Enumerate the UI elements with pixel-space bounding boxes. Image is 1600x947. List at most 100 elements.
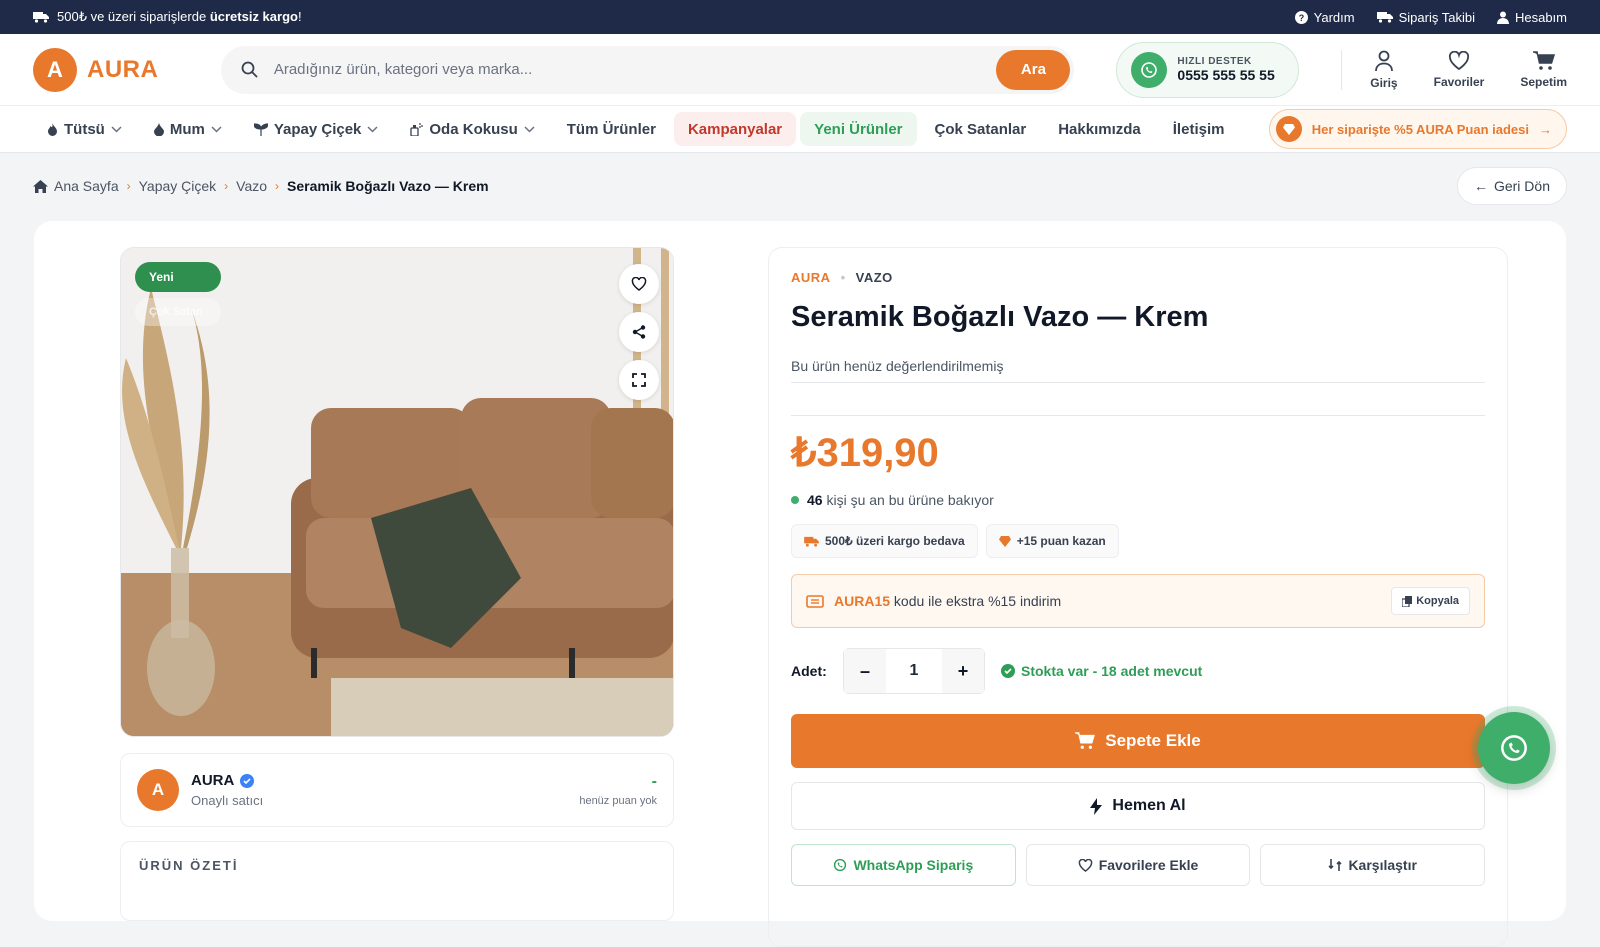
quantity-increase-button[interactable]: + xyxy=(942,649,984,693)
copy-label: Kopyala xyxy=(1416,595,1459,607)
seller-card[interactable]: A AURA Onaylı satıcı - henüz puan yok xyxy=(120,753,674,827)
nav-item-kampanyalar[interactable]: Kampanyalar xyxy=(673,112,797,146)
nav-label: Tüm Ürünler xyxy=(566,120,656,138)
nav-label: Yeni Ürünler xyxy=(814,120,903,138)
main-header: A AURA Ara HIZLI DESTEK 0555 555 55 55 G… xyxy=(0,34,1600,106)
compare-label: Karşılaştır xyxy=(1348,857,1417,873)
fullscreen-button[interactable] xyxy=(619,360,659,400)
product-brand[interactable]: AURA xyxy=(791,270,831,285)
quantity-stepper: – 1 + xyxy=(843,648,985,694)
compare-icon xyxy=(1328,859,1343,871)
login-label: Giriş xyxy=(1370,75,1398,90)
product-summary: ÜRÜN ÖZETİ xyxy=(120,841,674,921)
cart-icon xyxy=(1532,50,1555,70)
nav-item-tum-urunler[interactable]: Tüm Ürünler xyxy=(553,112,670,146)
quantity-value[interactable]: 1 xyxy=(886,662,942,680)
order-tracking-link[interactable]: Sipariş Takibi xyxy=(1376,10,1475,25)
verified-icon xyxy=(240,773,255,788)
quick-support[interactable]: HIZLI DESTEK 0555 555 55 55 xyxy=(1116,41,1300,98)
search-input[interactable] xyxy=(273,61,997,78)
question-icon: ? xyxy=(1294,10,1308,24)
whatsapp-order-button[interactable]: WhatsApp Sipariş xyxy=(791,844,1016,886)
dot-separator: • xyxy=(840,270,846,285)
back-button[interactable]: ← Geri Dön xyxy=(1456,167,1567,205)
user-icon xyxy=(1496,11,1509,24)
favorite-toggle-button[interactable] xyxy=(619,264,659,304)
chevron-down-icon xyxy=(524,125,535,133)
login-button[interactable]: Giriş xyxy=(1370,50,1398,90)
nav-label: Hakkımızda xyxy=(1058,120,1141,138)
expand-icon xyxy=(632,373,646,387)
favorites-button[interactable]: Favoriler xyxy=(1433,50,1485,89)
nav-item-mum[interactable]: Mum xyxy=(140,112,236,146)
chevron-right-icon: › xyxy=(126,179,131,193)
breadcrumb-current: Seramik Boğazlı Vazo — Krem xyxy=(287,178,489,194)
favorites-label: Favoriler xyxy=(1433,74,1485,89)
gem-icon xyxy=(1275,116,1302,142)
nav-label: İletişim xyxy=(1172,120,1225,138)
compare-button[interactable]: Karşılaştır xyxy=(1260,844,1486,886)
heart-icon xyxy=(1448,50,1470,70)
home-icon xyxy=(33,179,48,193)
cart-plus-icon xyxy=(1075,732,1096,749)
share-icon xyxy=(632,325,646,339)
promo-bold: ücretsiz kargo xyxy=(209,9,298,24)
floating-whatsapp-button[interactable] xyxy=(1478,712,1550,784)
arrow-right-icon: → xyxy=(1539,121,1552,137)
buy-now-button[interactable]: Hemen Al xyxy=(791,782,1485,830)
logo-mark: A xyxy=(33,47,77,92)
nav-label: Kampanyalar xyxy=(687,120,783,138)
product-category[interactable]: VAZO xyxy=(856,270,893,285)
new-badge: Yeni xyxy=(135,262,221,292)
quantity-label: Adet: xyxy=(791,663,827,679)
chevron-down-icon xyxy=(367,125,378,133)
svg-text:?: ? xyxy=(1298,13,1304,23)
whatsapp-order-label: WhatsApp Sipariş xyxy=(853,857,974,873)
nav-item-oda-kokusu[interactable]: Oda Kokusu xyxy=(396,112,548,146)
add-to-cart-label: Sepete Ekle xyxy=(1105,731,1201,750)
product-info-panel: AURA • VAZO Seramik Boğazlı Vazo — Krem … xyxy=(768,247,1508,947)
add-to-cart-button[interactable]: Sepete Ekle xyxy=(791,714,1485,768)
free-shipping-notice: 500₺ ve üzeri siparişlerde ücretsiz karg… xyxy=(33,9,302,25)
rating-text: Bu ürün henüz değerlendirilmemiş xyxy=(791,358,1485,383)
gem-icon xyxy=(998,535,1011,547)
nav-item-iletisim[interactable]: İletişim xyxy=(1159,112,1239,146)
back-label: Geri Dön xyxy=(1493,178,1550,194)
chevron-down-icon xyxy=(111,125,122,133)
nav-item-hakkimizda[interactable]: Hakkımızda xyxy=(1044,112,1155,146)
search-bar: Ara xyxy=(220,45,1075,94)
user-icon xyxy=(1375,50,1393,71)
nav-item-yapay-cicek[interactable]: Yapay Çiçek xyxy=(240,112,393,146)
search-button[interactable]: Ara xyxy=(996,49,1071,90)
nav-item-yeni-urunler[interactable]: Yeni Ürünler xyxy=(800,112,917,146)
truck-icon xyxy=(33,12,49,23)
nav-label: Tütsü xyxy=(64,120,105,138)
account-link[interactable]: Hesabım xyxy=(1496,10,1567,25)
breadcrumb-subcategory[interactable]: Vazo xyxy=(236,178,267,194)
nav-item-cok-satanlar[interactable]: Çok Satanlar xyxy=(921,112,1041,146)
product-gallery[interactable]: Yeni Çok Satan xyxy=(120,247,674,737)
share-button[interactable] xyxy=(619,312,659,352)
summary-heading: ÜRÜN ÖZETİ xyxy=(139,858,239,873)
points-chip: +15 puan kazan xyxy=(985,524,1119,558)
help-link[interactable]: ? Yardım xyxy=(1294,10,1355,25)
avatar: A xyxy=(137,769,179,811)
flame-icon xyxy=(48,122,57,136)
spray-icon xyxy=(410,123,424,136)
truck-icon xyxy=(804,536,819,547)
quantity-decrease-button[interactable]: – xyxy=(844,649,886,693)
breadcrumb-category[interactable]: Yapay Çiçek xyxy=(139,178,217,194)
add-favorites-button[interactable]: Favorilere Ekle xyxy=(1025,844,1251,886)
nav-label: Oda Kokusu xyxy=(429,120,518,138)
shipping-chip: 500₺ üzeri kargo bedava xyxy=(791,524,978,558)
cart-button[interactable]: Sepetim xyxy=(1520,50,1567,89)
nav-item-tutsu[interactable]: Tütsü xyxy=(33,112,136,146)
category-nav: Tütsü Mum Yapay Çiçek Oda Kokusu Tüm Ürü… xyxy=(0,106,1600,153)
seller-score-note: henüz puan yok xyxy=(579,795,657,807)
logo[interactable]: A AURA xyxy=(33,47,187,92)
breadcrumb-label: Ana Sayfa xyxy=(54,178,119,194)
points-promo-banner[interactable]: Her siparişte %5 AURA Puan iadesi → xyxy=(1268,109,1567,149)
breadcrumb-home[interactable]: Ana Sayfa xyxy=(33,178,119,194)
copy-coupon-button[interactable]: Kopyala xyxy=(1391,587,1470,615)
viewers-count: 46 xyxy=(807,492,823,508)
